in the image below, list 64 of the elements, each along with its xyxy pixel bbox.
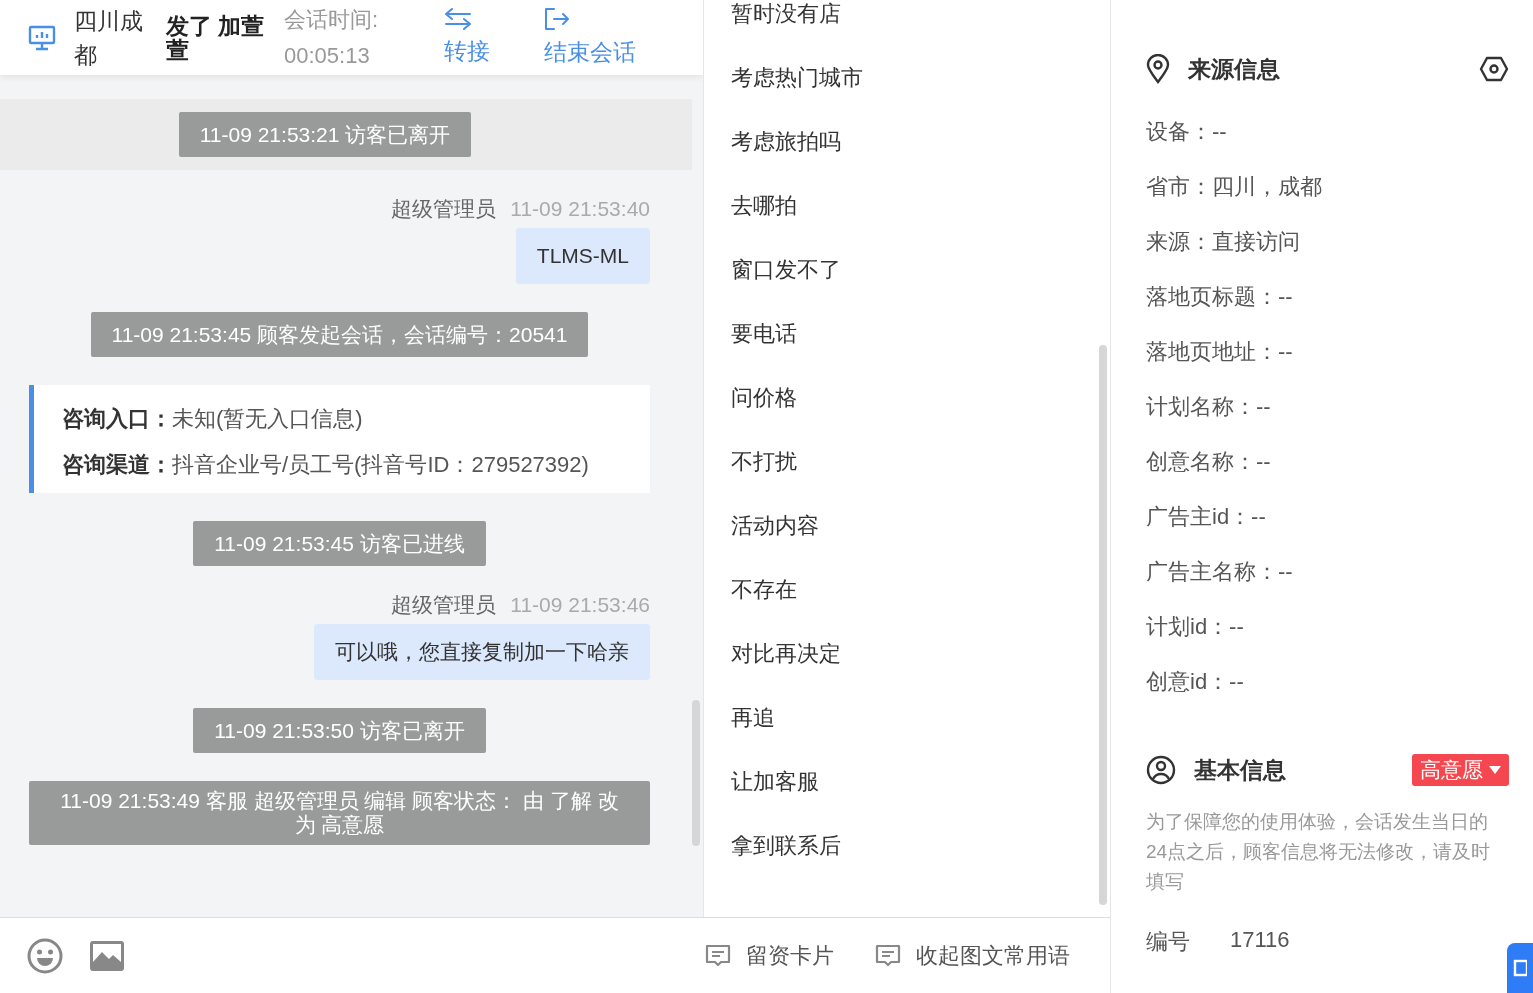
swap-arrows-icon bbox=[444, 8, 472, 30]
quick-reply-item[interactable]: 去哪拍 bbox=[731, 192, 1110, 256]
window-icon bbox=[1513, 959, 1527, 977]
location-text: 四川成都 bbox=[74, 6, 144, 70]
info-field: 省市：四川，成都 bbox=[1146, 172, 1509, 202]
system-notice: 11-09 21:53:45 顾客发起会话，会话编号：20541 bbox=[90, 312, 589, 357]
info-field: 计划id：-- bbox=[1146, 612, 1509, 642]
info-row-text: 咨询渠道：抖音企业号/员工号(抖音号ID：279527392) bbox=[62, 451, 590, 479]
info-field: 创意名称：-- bbox=[1146, 447, 1509, 477]
quick-reply-item[interactable]: 要电话 bbox=[731, 320, 1110, 384]
quick-reply-item[interactable]: 活动内容 bbox=[731, 512, 1110, 576]
caret-icon bbox=[1489, 766, 1501, 774]
system-notice: 11-09 21:53:50 访客已离开 bbox=[193, 708, 486, 753]
message-bubble: TLMS-ML bbox=[515, 228, 650, 284]
section-title: 来源信息 bbox=[1188, 54, 1281, 84]
info-field: 落地页标题：-- bbox=[1146, 282, 1509, 312]
scrollbar[interactable] bbox=[692, 700, 700, 846]
scrollbar[interactable] bbox=[1099, 345, 1107, 905]
system-notice: 11-09 21:53:49 客服 超级管理员 编辑 顾客状态： 由 了解 改为 高意愿 bbox=[29, 781, 650, 845]
info-row-text: 咨询入口：未知(暂无入口信息) bbox=[62, 405, 364, 433]
notice-text: 为了保障您的使用体验，会话发生当日的24点之后，顾客信息将无法修改，请及时填写 bbox=[1146, 810, 1492, 894]
quick-reply-item[interactable]: 对比再决定 bbox=[731, 640, 1110, 704]
info-field: 广告主名称：-- bbox=[1146, 557, 1509, 587]
quick-reply-item[interactable]: 让加客服 bbox=[731, 768, 1110, 832]
system-notice: 11-09 21:53:21 访客已离开 bbox=[178, 112, 472, 157]
quick-reply-item[interactable]: 不存在 bbox=[731, 576, 1110, 640]
sender-name: 超级管理员 bbox=[391, 594, 497, 616]
system-notice: 11-09 21:53:45 访客已进线 bbox=[193, 521, 486, 566]
customer-name: 发了 加萱萱 bbox=[166, 13, 266, 62]
quick-reply-item[interactable]: 问价格 bbox=[731, 384, 1110, 448]
quick-reply-item[interactable]: 拿到联系后 bbox=[731, 832, 1110, 896]
quick-reply-item[interactable]: 再追 bbox=[731, 704, 1110, 768]
info-field: 计划名称：-- bbox=[1146, 392, 1509, 422]
field-label: 编号 bbox=[1146, 928, 1190, 956]
info-field: 创意id：-- bbox=[1146, 667, 1509, 697]
monitor-icon bbox=[28, 24, 56, 51]
quick-reply-item[interactable]: 窗口发不了 bbox=[731, 256, 1110, 320]
message-time: 11-09 21:53:40 bbox=[510, 198, 650, 220]
status-dropdown[interactable]: 高意愿 bbox=[1412, 754, 1509, 786]
chat-bubble-icon bbox=[704, 943, 732, 968]
info-field: 来源：直接访问 bbox=[1146, 227, 1509, 257]
info-field: 广告主id：-- bbox=[1146, 502, 1509, 532]
quick-reply-item[interactable]: 考虑旅拍吗 bbox=[731, 128, 1110, 192]
info-field: 落地页地址：-- bbox=[1146, 337, 1509, 367]
message-time: 11-09 21:53:46 bbox=[510, 594, 650, 616]
message-bubble: 可以哦，您直接复制加一下哈亲 bbox=[314, 624, 650, 680]
exit-icon bbox=[544, 7, 570, 31]
location-pin-icon bbox=[1146, 54, 1170, 84]
quick-reply-item[interactable]: 考虑热门城市 bbox=[731, 64, 1110, 128]
settings-icon[interactable] bbox=[1479, 56, 1509, 82]
chat-bubble-icon bbox=[874, 943, 902, 968]
smiley-icon[interactable] bbox=[27, 937, 63, 974]
quick-reply-item[interactable]: 不打扰 bbox=[731, 448, 1110, 512]
section-title: 基本信息 bbox=[1194, 755, 1287, 785]
session-time: 会话时间: 00:05:13 bbox=[284, 5, 380, 70]
image-icon[interactable] bbox=[89, 939, 125, 972]
sender-name: 超级管理员 bbox=[391, 198, 497, 220]
field-value: 17116 bbox=[1230, 927, 1290, 954]
info-field: 设备：-- bbox=[1146, 117, 1509, 147]
toolbar-button[interactable]: 留资卡片 bbox=[704, 940, 834, 971]
quick-reply-item[interactable]: 暂时没有店 bbox=[731, 0, 1110, 64]
floating-button[interactable] bbox=[1507, 943, 1533, 993]
user-circle-icon bbox=[1146, 755, 1176, 785]
toolbar-button[interactable]: 收起图文常用语 bbox=[874, 940, 1070, 971]
